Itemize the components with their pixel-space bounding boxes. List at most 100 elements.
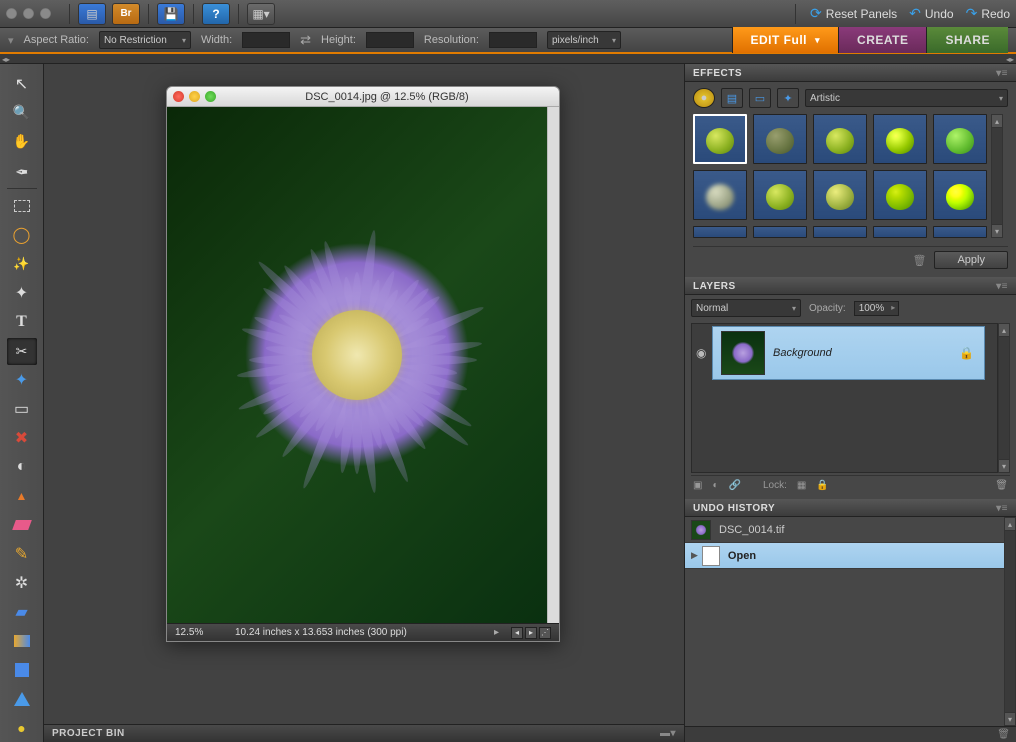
effect-thumb[interactable] [873, 226, 927, 238]
effect-thumb[interactable] [873, 170, 927, 220]
save-button[interactable]: 💾 [157, 3, 185, 25]
shape-tool[interactable] [7, 657, 37, 684]
delete-layer-icon[interactable]: 🗑 [995, 480, 1008, 491]
reset-panels-button[interactable]: ⟳ Reset Panels [810, 5, 897, 22]
lasso-tool[interactable] [7, 222, 37, 249]
effects-styles-icon[interactable]: ▤ [721, 88, 743, 108]
redo-button[interactable]: ↷ Redo [966, 5, 1010, 22]
doc-nav-left[interactable]: ◂ [511, 627, 523, 639]
type-tool[interactable] [7, 309, 37, 336]
crop-tool[interactable] [7, 338, 37, 365]
undo-trash-icon[interactable]: 🗑 [997, 729, 1010, 740]
cookie-cutter-tool[interactable] [7, 367, 37, 394]
effect-thumb[interactable] [693, 114, 747, 164]
effects-photo-icon[interactable]: ▭ [749, 88, 771, 108]
new-layer-icon[interactable]: ▣ [693, 480, 702, 491]
lock-pixels-icon[interactable]: ▦ [797, 480, 806, 491]
custom-shape-tool[interactable] [7, 686, 37, 713]
adjustment-layer-icon[interactable]: ◐ [712, 480, 718, 491]
undo-scrollbar[interactable]: ▴ ▾ [1004, 517, 1016, 726]
minimize-dot[interactable] [23, 8, 34, 19]
project-bin-header[interactable]: PROJECT BIN ▬▾ [44, 724, 684, 742]
undo-history-step[interactable]: ▶ Open [685, 543, 1004, 569]
sponge-tool[interactable] [7, 715, 37, 742]
document-canvas[interactable] [167, 107, 547, 623]
opacity-value[interactable]: 100% [854, 301, 900, 316]
effect-thumb[interactable] [933, 226, 987, 238]
gradient-tool[interactable] [7, 628, 37, 655]
resolution-input[interactable] [489, 32, 537, 48]
effect-thumb[interactable] [873, 114, 927, 164]
straighten-tool[interactable]: ▭ [7, 396, 37, 423]
paint-bucket-tool[interactable] [7, 599, 37, 626]
effect-thumb[interactable] [933, 170, 987, 220]
layer-thumbnail[interactable] [721, 331, 765, 375]
effect-thumb[interactable] [753, 170, 807, 220]
width-input[interactable] [242, 32, 290, 48]
layers-panel-menu-icon[interactable]: ▾≡ [996, 281, 1008, 292]
undo-history-snapshot[interactable]: DSC_0014.tif [685, 517, 1004, 543]
dock-right-icon[interactable]: ◂▸ [1006, 55, 1014, 63]
effects-category-select[interactable]: Artistic [805, 89, 1008, 107]
close-dot[interactable] [6, 8, 17, 19]
options-expander[interactable]: ▾ [8, 34, 14, 47]
healing-tool[interactable] [7, 454, 37, 481]
clone-stamp-tool[interactable] [7, 483, 37, 510]
layer-visibility-icon[interactable]: ◉ [696, 346, 706, 360]
aspect-ratio-select[interactable]: No Restriction [99, 31, 191, 49]
scroll-down-icon[interactable]: ▾ [998, 459, 1010, 473]
scroll-up-icon[interactable]: ▴ [998, 323, 1010, 337]
scroll-up-icon[interactable]: ▴ [1004, 517, 1016, 531]
resolution-units-select[interactable]: pixels/inch [547, 31, 621, 49]
tab-edit[interactable]: EDIT Full [732, 27, 839, 53]
scroll-down-icon[interactable]: ▾ [1004, 712, 1016, 726]
doc-close-icon[interactable] [173, 91, 184, 102]
height-input[interactable] [366, 32, 414, 48]
new-doc-button[interactable]: ▤ [78, 3, 106, 25]
effect-thumb[interactable] [813, 226, 867, 238]
scroll-down-icon[interactable]: ▾ [991, 224, 1003, 238]
effects-all-icon[interactable]: ✦ [777, 88, 799, 108]
arrange-button[interactable]: ▦▾ [247, 3, 275, 25]
marquee-tool[interactable] [7, 193, 37, 220]
layer-name[interactable]: Background [773, 347, 832, 359]
zoom-tool[interactable] [7, 99, 37, 126]
effect-thumb[interactable] [813, 114, 867, 164]
layers-scrollbar[interactable]: ▴ ▾ [998, 323, 1010, 473]
document-vscrollbar[interactable] [547, 107, 559, 623]
effect-thumb[interactable] [933, 114, 987, 164]
effects-apply-button[interactable]: Apply [934, 251, 1008, 269]
undo-panel-menu-icon[interactable]: ▾≡ [996, 503, 1008, 514]
document-titlebar[interactable]: DSC_0014.jpg @ 12.5% (RGB/8) [167, 87, 559, 107]
undo-button[interactable]: ↶ Undo [909, 5, 953, 22]
lock-all-icon[interactable]: 🔒 [816, 480, 828, 491]
dock-left-icon[interactable]: ◂▸ [2, 55, 10, 63]
brush-tool[interactable] [7, 541, 37, 568]
undo-panel-header[interactable]: UNDO HISTORY ▾≡ [685, 499, 1016, 517]
effects-panel-menu-icon[interactable]: ▾≡ [996, 68, 1008, 79]
tab-create[interactable]: CREATE [838, 27, 926, 53]
scroll-up-icon[interactable]: ▴ [991, 114, 1003, 128]
swap-wh-icon[interactable]: ⇄ [300, 32, 311, 48]
smart-brush-tool[interactable] [7, 570, 37, 597]
effect-thumb[interactable] [693, 170, 747, 220]
eyedropper-tool[interactable] [7, 157, 37, 184]
effects-scrollbar[interactable]: ▴ ▾ [991, 114, 1003, 238]
zoom-dot[interactable] [40, 8, 51, 19]
document-zoom[interactable]: 12.5% [175, 627, 223, 638]
magic-wand-tool[interactable] [7, 251, 37, 278]
quick-select-tool[interactable]: ✦ [7, 280, 37, 307]
effect-thumb[interactable] [693, 226, 747, 238]
document-info-menu[interactable]: ▸ [494, 627, 499, 638]
effect-thumb[interactable] [813, 170, 867, 220]
effects-panel-header[interactable]: EFFECTS ▾≡ [685, 64, 1016, 82]
doc-nav-grip[interactable]: ⋰ [539, 627, 551, 639]
link-layers-icon[interactable]: 🔗 [729, 480, 741, 491]
move-tool[interactable] [7, 70, 37, 97]
help-button[interactable]: ? [202, 3, 230, 25]
effect-thumb[interactable] [753, 114, 807, 164]
effect-thumb[interactable] [753, 226, 807, 238]
project-bin-collapse-icon[interactable]: ▬▾ [660, 728, 676, 739]
doc-nav-right[interactable]: ▸ [525, 627, 537, 639]
hand-tool[interactable] [7, 128, 37, 155]
